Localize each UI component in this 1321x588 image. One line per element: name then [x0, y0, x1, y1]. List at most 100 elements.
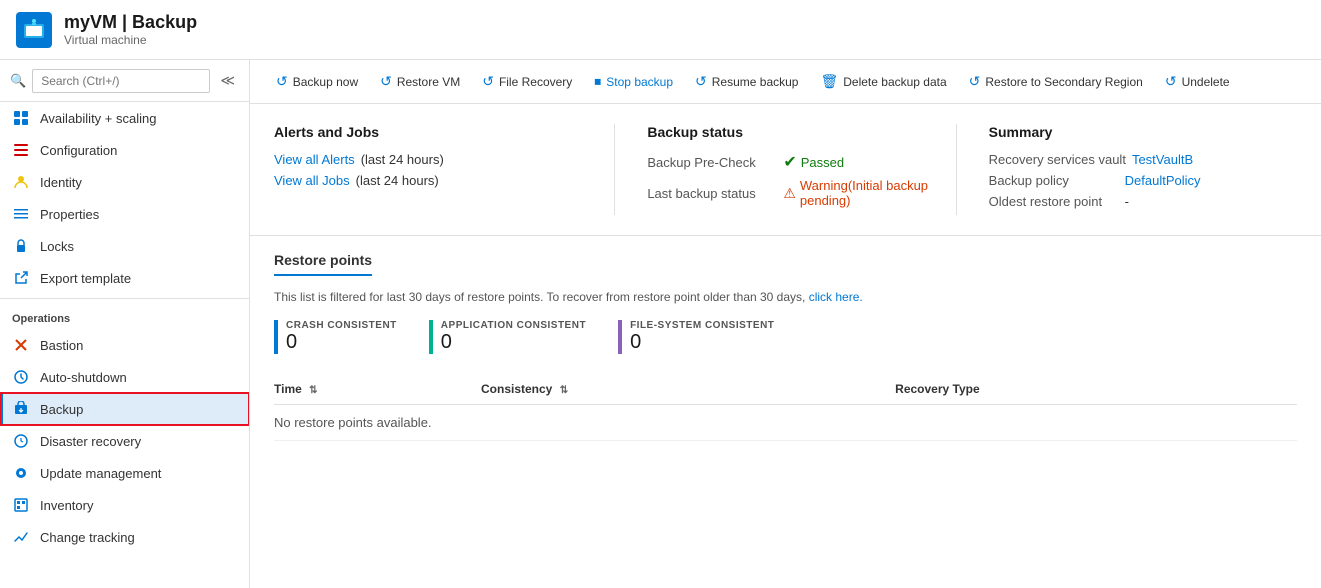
stop-backup-button[interactable]: ⏹ Stop backup — [584, 68, 683, 95]
restore-table: Time ⇅ Consistency ⇅ Recovery Type — [274, 374, 1297, 441]
restore-section: Restore points This list is filtered for… — [250, 236, 1321, 588]
view-alerts-link[interactable]: View all Alerts — [274, 152, 355, 167]
toolbar: ↺ Backup now ↺ Restore VM ↺ File Recover… — [250, 60, 1321, 104]
sidebar-item-disaster[interactable]: Disaster recovery — [0, 425, 249, 457]
sidebar-item-availability-label: Availability + scaling — [40, 111, 156, 126]
bastion-icon — [12, 336, 30, 354]
header-title-block: myVM | Backup Virtual machine — [64, 12, 197, 47]
alerts-suffix: (last 24 hours) — [361, 152, 444, 167]
undelete-icon: ↺ — [1165, 73, 1177, 90]
page-title: myVM | Backup — [64, 12, 197, 33]
summary-title: Summary — [989, 124, 1297, 140]
vm-icon — [16, 12, 52, 48]
stop-backup-icon: ⏹ — [594, 73, 601, 90]
resume-backup-icon: ↺ — [695, 73, 707, 90]
restore-stats: CRASH CONSISTENT 0 APPLICATION CONSISTEN… — [274, 320, 1297, 354]
configuration-icon — [12, 141, 30, 159]
oldest-row: Oldest restore point - — [989, 194, 1297, 209]
consistency-column-header: Consistency ⇅ — [481, 374, 895, 405]
vault-row: Recovery services vault TestVaultB — [989, 152, 1297, 167]
app-consistent-value: 0 — [441, 331, 586, 354]
delete-backup-icon: 🗑 — [820, 73, 838, 90]
empty-state-row: No restore points available. — [274, 405, 1297, 441]
view-jobs-link[interactable]: View all Jobs — [274, 173, 350, 188]
consistency-sort-icon[interactable]: ⇅ — [560, 385, 568, 396]
oldest-label: Oldest restore point — [989, 194, 1119, 209]
sidebar-item-identity[interactable]: Identity — [0, 166, 249, 198]
sidebar-item-properties-label: Properties — [40, 207, 99, 222]
time-header-label: Time — [274, 382, 302, 396]
sidebar-item-backup[interactable]: Backup — [0, 393, 249, 425]
cards-section: Alerts and Jobs View all Alerts (last 24… — [250, 104, 1321, 236]
restore-vm-label: Restore VM — [397, 75, 460, 89]
sidebar-item-properties[interactable]: Properties — [0, 198, 249, 230]
sidebar-item-autoshutdown-label: Auto-shutdown — [40, 370, 127, 385]
crash-consistent-stat: CRASH CONSISTENT 0 — [274, 320, 397, 354]
warning-icon: ⚠ — [783, 185, 796, 202]
search-box: 🔍 ≪ — [0, 60, 249, 102]
precheck-value: Passed — [801, 155, 844, 170]
precheck-label: Backup Pre-Check — [647, 155, 777, 170]
sidebar-item-configuration[interactable]: Configuration — [0, 134, 249, 166]
delete-backup-button[interactable]: 🗑 Delete backup data — [810, 68, 956, 95]
jobs-suffix: (last 24 hours) — [356, 173, 439, 188]
export-icon — [12, 269, 30, 287]
search-icon: 🔍 — [10, 73, 26, 89]
file-recovery-button[interactable]: ↺ File Recovery — [472, 68, 582, 95]
last-backup-row: Last backup status ⚠ Warning(Initial bac… — [647, 178, 955, 208]
click-here-link[interactable]: click here. — [809, 290, 863, 304]
sidebar: 🔍 ≪ Availability + scaling Configuration — [0, 60, 250, 588]
jobs-row: View all Jobs (last 24 hours) — [274, 173, 582, 188]
recovery-type-column-header: Recovery Type — [895, 374, 1297, 405]
vault-value[interactable]: TestVaultB — [1132, 152, 1193, 167]
update-icon — [12, 464, 30, 482]
sidebar-item-inventory[interactable]: Inventory — [0, 489, 249, 521]
inventory-icon — [12, 496, 30, 514]
sidebar-item-bastion[interactable]: Bastion — [0, 329, 249, 361]
sidebar-section-1: Availability + scaling Configuration Ide… — [0, 102, 249, 294]
app-consistent-stat: APPLICATION CONSISTENT 0 — [429, 320, 586, 354]
crash-consistent-label: CRASH CONSISTENT — [286, 320, 397, 331]
table-header-row: Time ⇅ Consistency ⇅ Recovery Type — [274, 374, 1297, 405]
fs-consistent-label: FILE-SYSTEM CONSISTENT — [630, 320, 774, 331]
restore-description: This list is filtered for last 30 days o… — [274, 290, 1297, 304]
restore-secondary-label: Restore to Secondary Region — [985, 75, 1142, 89]
resume-backup-button[interactable]: ↺ Resume backup — [685, 68, 808, 95]
sidebar-item-locks-label: Locks — [40, 239, 74, 254]
sidebar-item-autoshutdown[interactable]: Auto-shutdown — [0, 361, 249, 393]
restore-points-title: Restore points — [274, 252, 372, 276]
sidebar-item-export[interactable]: Export template — [0, 262, 249, 294]
backup-now-button[interactable]: ↺ Backup now — [266, 68, 368, 95]
app-consistent-label: APPLICATION CONSISTENT — [441, 320, 586, 331]
sidebar-item-changetracking[interactable]: Change tracking — [0, 521, 249, 553]
search-input[interactable] — [32, 69, 210, 93]
sidebar-item-update-label: Update management — [40, 466, 161, 481]
restore-secondary-icon: ↺ — [969, 73, 981, 90]
undelete-label: Undelete — [1182, 75, 1230, 89]
check-icon: ✔ — [783, 152, 796, 172]
last-backup-label: Last backup status — [647, 186, 777, 201]
identity-icon — [12, 173, 30, 191]
stop-backup-label: Stop backup — [606, 75, 673, 89]
collapse-button[interactable]: ≪ — [216, 68, 239, 93]
resume-backup-label: Resume backup — [712, 75, 799, 89]
sidebar-item-availability[interactable]: Availability + scaling — [0, 102, 249, 134]
restore-secondary-button[interactable]: ↺ Restore to Secondary Region — [959, 68, 1153, 95]
backup-status-title: Backup status — [647, 124, 955, 140]
crash-consistent-value: 0 — [286, 331, 397, 354]
time-sort-icon[interactable]: ⇅ — [309, 385, 317, 396]
restore-desc-text: This list is filtered for last 30 days o… — [274, 290, 805, 304]
alerts-row: View all Alerts (last 24 hours) — [274, 152, 582, 167]
sidebar-item-inventory-label: Inventory — [40, 498, 93, 513]
alerts-title: Alerts and Jobs — [274, 124, 582, 140]
delete-backup-label: Delete backup data — [843, 75, 946, 89]
sidebar-item-disaster-label: Disaster recovery — [40, 434, 141, 449]
backup-status-card: Backup status Backup Pre-Check ✔ Passed … — [614, 124, 955, 215]
locks-icon — [12, 237, 30, 255]
restore-vm-icon: ↺ — [380, 73, 392, 90]
undelete-button[interactable]: ↺ Undelete — [1155, 68, 1240, 95]
sidebar-item-update[interactable]: Update management — [0, 457, 249, 489]
sidebar-item-locks[interactable]: Locks — [0, 230, 249, 262]
restore-vm-button[interactable]: ↺ Restore VM — [370, 68, 470, 95]
policy-value[interactable]: DefaultPolicy — [1125, 173, 1201, 188]
